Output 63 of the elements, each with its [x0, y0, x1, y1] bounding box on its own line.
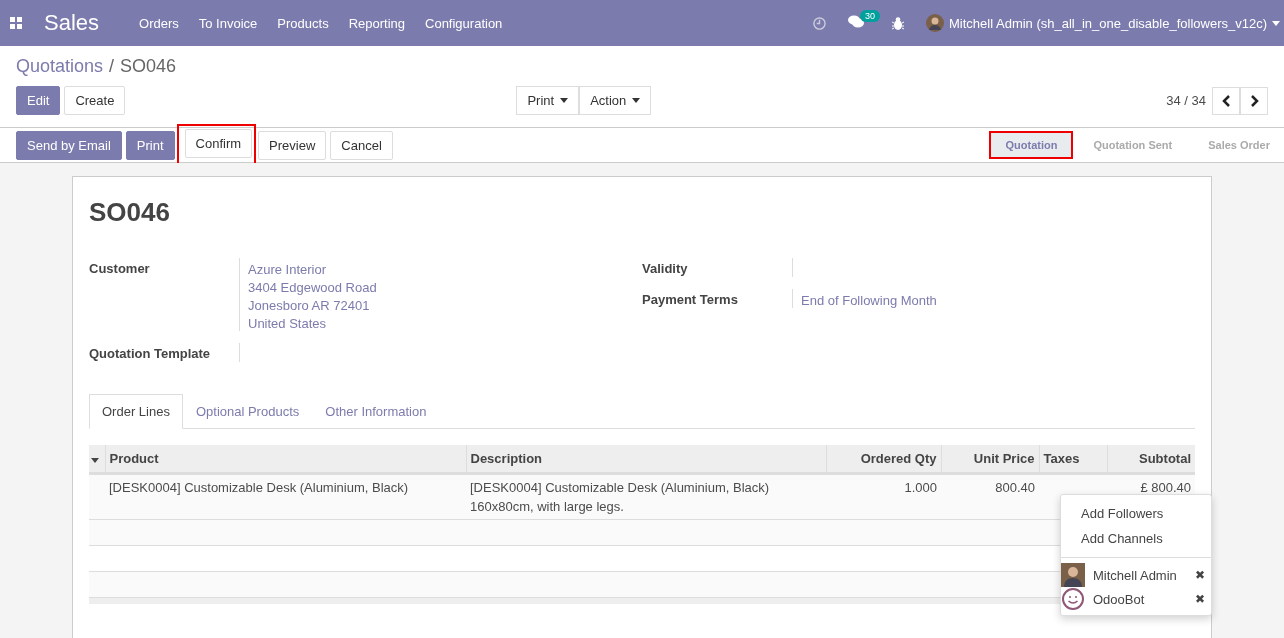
clock-icon[interactable]	[813, 16, 827, 30]
apps-menu-icon[interactable]	[10, 17, 22, 29]
record-title: SO046	[89, 197, 171, 228]
table-cell: 1.000	[904, 480, 937, 495]
avatar-icon	[926, 14, 945, 32]
edit-button[interactable]: Edit	[16, 86, 61, 115]
header-button[interactable]: Preview	[258, 130, 327, 160]
field-value[interactable]: 3404 Edgewood Road	[248, 280, 377, 295]
tab[interactable]: Other Information	[312, 394, 440, 429]
dropdown-button[interactable]: Action	[579, 86, 652, 115]
header-button[interactable]: Print	[125, 130, 175, 160]
field-value[interactable]: Azure Interior	[248, 262, 377, 277]
caret-icon	[632, 98, 641, 103]
table-cell: £ 800.40	[1140, 480, 1191, 495]
caret-icon	[1272, 20, 1280, 26]
create-button[interactable]: Create	[64, 86, 126, 115]
follower-name[interactable]: Mitchell Admin	[1093, 567, 1177, 583]
field-value[interactable]: End of Following Month	[801, 293, 937, 308]
chevron-left-icon	[1221, 94, 1231, 107]
chevron-right-icon	[1249, 94, 1259, 107]
chat-icon[interactable]	[848, 14, 865, 29]
table-cell: [DESK0004] Customizable Desk (Aluminium, Black) 160x80cm, with large legs.	[470, 480, 770, 514]
field-label: Payment Terms	[642, 289, 793, 308]
tab[interactable]: Order Lines	[89, 394, 183, 429]
menu-item[interactable]: To Invoice	[198, 11, 258, 35]
caret-icon	[91, 458, 99, 463]
menu-item[interactable]: Add Channels	[1061, 526, 1211, 551]
field-label: Validity	[642, 258, 793, 277]
app-title[interactable]: Sales	[44, 10, 100, 36]
next-button[interactable]	[1240, 86, 1268, 115]
menu-item[interactable]: Configuration	[425, 11, 503, 35]
user-menu[interactable]: Mitchell Admin (sh_all_in_one_disable_followers_v12c)	[926, 14, 1280, 32]
table-cell: 800.40	[995, 480, 1035, 495]
column-header[interactable]: Product	[109, 451, 159, 466]
avatar-icon	[1061, 563, 1085, 587]
pager-counter: 34 / 34	[1166, 93, 1206, 108]
column-header[interactable]: Description	[470, 451, 542, 466]
table-cell: [DESK0004] Customizable Desk (Aluminium, Black)	[109, 480, 409, 495]
header-button[interactable]: Cancel	[330, 130, 393, 160]
message-count-badge: 30	[860, 9, 881, 22]
caret-icon	[560, 98, 569, 103]
header-button[interactable]: Send by Email	[16, 130, 122, 160]
tab[interactable]: Optional Products	[182, 394, 313, 429]
smiley-icon	[1061, 587, 1085, 611]
field-label: Quotation Template	[89, 343, 240, 362]
menu-item[interactable]: Orders	[139, 11, 179, 35]
field-value[interactable]: Jonesboro AR 72401	[248, 298, 377, 313]
remove-button[interactable]: ✖	[1195, 592, 1205, 606]
breadcrumb-link[interactable]: Quotations	[16, 56, 104, 77]
field-label: Customer	[89, 258, 240, 331]
menu-item[interactable]: Reporting	[348, 11, 405, 35]
dropdown-button[interactable]: Print	[516, 86, 580, 115]
remove-button[interactable]: ✖	[1195, 568, 1205, 582]
menu-item[interactable]: Add Followers	[1061, 501, 1211, 526]
bug-icon[interactable]	[892, 16, 905, 30]
follower-name[interactable]: OdooBot	[1093, 591, 1145, 607]
breadcrumb-current: SO046	[120, 56, 177, 77]
header-button[interactable]: Confirm	[184, 129, 253, 158]
status-stage[interactable]: Quotation	[991, 133, 1072, 157]
breadcrumb-separator: /	[109, 56, 115, 77]
previous-button[interactable]	[1212, 86, 1240, 115]
field-value[interactable]: United States	[248, 316, 377, 331]
menu-item[interactable]: Products	[277, 11, 329, 35]
